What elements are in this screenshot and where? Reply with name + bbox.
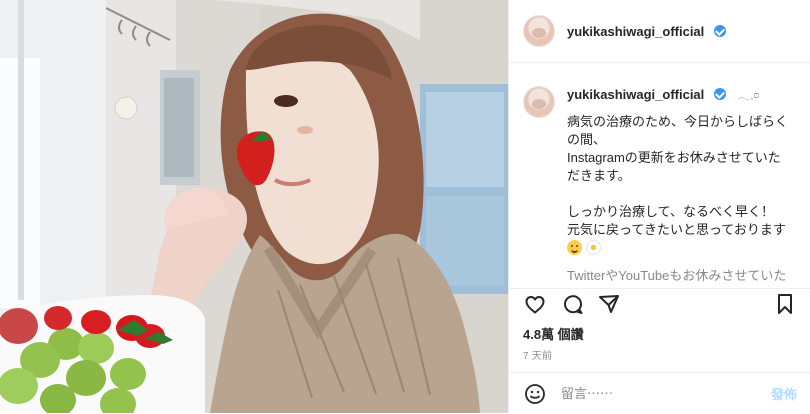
likes-count[interactable]: 4.8萬 個讚 xyxy=(523,324,584,343)
post-image xyxy=(0,0,508,413)
emoji-smile-icon[interactable] xyxy=(523,382,547,406)
instagram-post: yukikashiwagi_official yukikashiwagi_off… xyxy=(0,0,810,413)
post-comment-button[interactable]: 發佈 xyxy=(771,384,797,403)
bookmark-icon[interactable] xyxy=(773,292,797,316)
post-photo[interactable] xyxy=(0,0,508,413)
caption-body: 病気の治療のため、今日からしばらく の間、 Instagramの更新をお休みさせ… xyxy=(567,113,789,285)
username-text[interactable]: yukikashiwagi_official xyxy=(567,24,704,39)
comment-box: 發佈 xyxy=(509,372,810,414)
post-side-panel: yukikashiwagi_official yukikashiwagi_off… xyxy=(508,0,810,413)
caption-line: 元気に戻ってきたいと思っております xyxy=(567,222,786,237)
caption-line: しっかり治療して、なるべく早く！ xyxy=(567,204,774,219)
caption-username[interactable]: yukikashiwagi_official xyxy=(567,87,704,102)
caption-section: yukikashiwagi_official 𓂃𓈒𓏸 病気の治療のため、今日から… xyxy=(509,62,810,289)
username[interactable]: yukikashiwagi_official xyxy=(567,24,726,39)
caption-avatar[interactable] xyxy=(523,86,555,118)
caption-line: の間、 xyxy=(567,132,607,147)
smile-emoji-icon xyxy=(567,240,582,255)
heart-icon[interactable] xyxy=(523,292,547,316)
post-header: yukikashiwagi_official xyxy=(509,0,810,63)
share-icon[interactable] xyxy=(597,292,621,316)
verified-badge-icon xyxy=(713,24,726,37)
caption-emoji-row xyxy=(567,239,789,257)
avatar[interactable] xyxy=(523,15,555,47)
post-time[interactable]: 7 天前 xyxy=(523,347,552,362)
caption-line: Instagramの更新をお休みさせていた xyxy=(567,150,781,165)
caption-symbol: 𓂃𓈒𓏸 xyxy=(737,90,760,102)
caption-line-clipped: TwitterやYouTubeもお休みさせていた xyxy=(567,268,787,283)
flower-emoji-icon xyxy=(586,240,601,255)
comment-input[interactable] xyxy=(559,385,763,402)
verified-badge-icon xyxy=(713,88,726,100)
caption-text-block: yukikashiwagi_official 𓂃𓈒𓏸 病気の治療のため、今日から… xyxy=(567,86,789,285)
caption-row: yukikashiwagi_official 𓂃𓈒𓏸 病気の治療のため、今日から… xyxy=(509,62,810,285)
caption-head: yukikashiwagi_official 𓂃𓈒𓏸 xyxy=(567,86,789,105)
caption-line: だきます。 xyxy=(567,168,631,183)
comment-icon[interactable] xyxy=(561,292,585,316)
caption-line: 病気の治療のため、今日からしばらく xyxy=(567,114,789,129)
post-actions xyxy=(509,288,810,320)
